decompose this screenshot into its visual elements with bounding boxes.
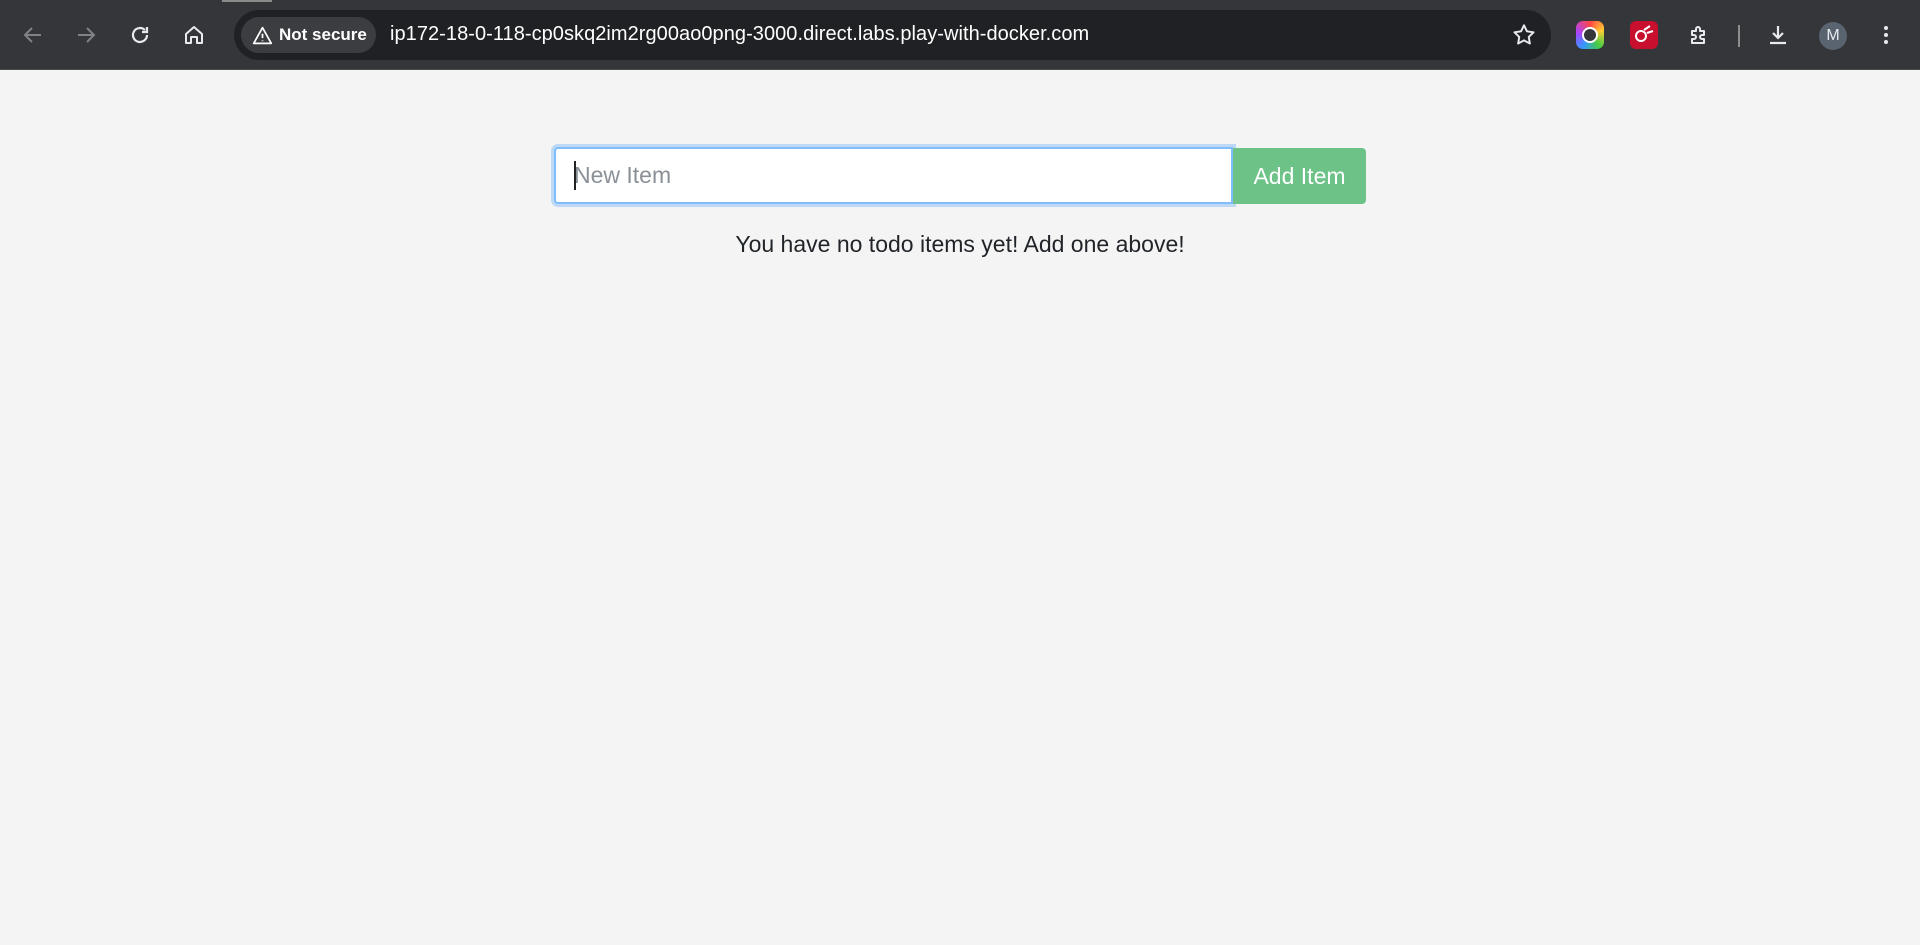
security-indicator[interactable]: Not secure: [241, 17, 376, 53]
forward-button[interactable]: [64, 13, 108, 57]
extensions-puzzle-icon: [1691, 26, 1705, 44]
warning-icon: [252, 26, 273, 44]
empty-state-message: You have no todo items yet! Add one abov…: [735, 231, 1185, 257]
red-extension-icon[interactable]: [1630, 21, 1658, 49]
add-item-button[interactable]: Add Item: [1233, 148, 1366, 204]
toolbar-divider: [1738, 25, 1740, 47]
reload-button[interactable]: [118, 13, 162, 57]
back-arrow-icon: [23, 27, 41, 43]
more-vert-icon: [1884, 26, 1888, 44]
download-icon: [1770, 26, 1786, 45]
color-picker-extension-icon[interactable]: [1576, 21, 1604, 49]
extension-glyph-icon: [1635, 25, 1654, 42]
address-bar[interactable]: Not secure ip172-18-0-118-cp0skq2im2rg00…: [234, 10, 1551, 60]
downloads-button[interactable]: [1756, 13, 1800, 57]
reload-icon: [131, 26, 149, 44]
extensions-button[interactable]: [1677, 13, 1721, 57]
new-item-input[interactable]: [554, 147, 1233, 204]
security-label: Not secure: [279, 25, 367, 44]
browser-toolbar: Not secure ip172-18-0-118-cp0skq2im2rg00…: [0, 0, 1920, 70]
new-item-form: Add Item: [554, 147, 1366, 204]
back-button[interactable]: [11, 13, 55, 57]
profile-avatar[interactable]: M: [1819, 22, 1847, 50]
text-cursor: [574, 161, 576, 190]
home-button[interactable]: [172, 13, 216, 57]
star-icon[interactable]: [1511, 22, 1537, 48]
home-icon: [185, 26, 203, 44]
browser-menu-button[interactable]: [1864, 13, 1908, 57]
tab-strip-edge: [222, 0, 272, 2]
url-text[interactable]: ip172-18-0-118-cp0skq2im2rg00ao0png-3000…: [390, 23, 1089, 46]
forward-arrow-icon: [78, 27, 96, 43]
